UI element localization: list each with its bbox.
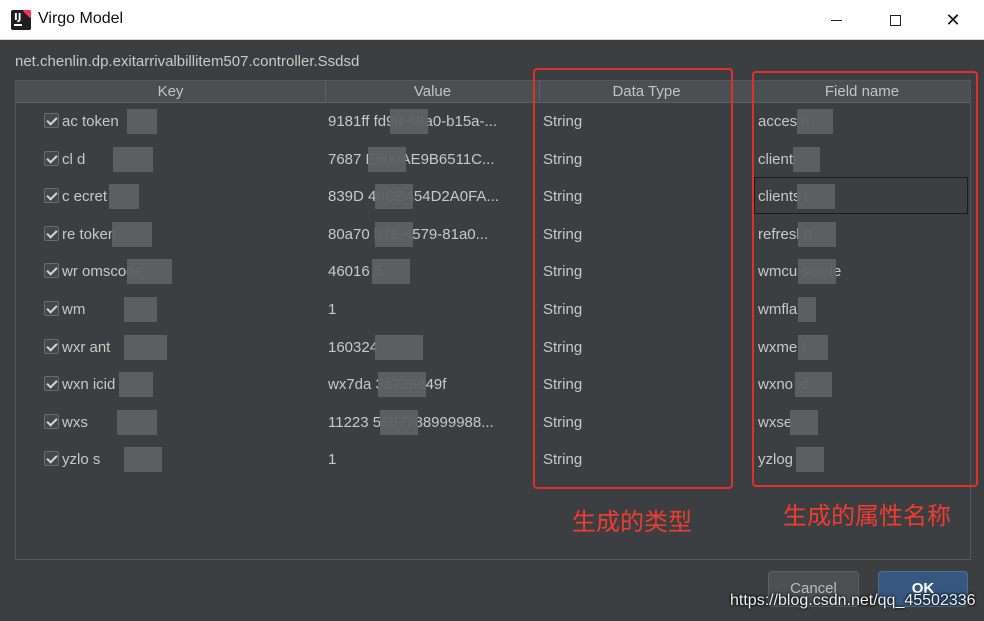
key-cell[interactable]: wxn icid	[62, 366, 324, 403]
minimize-button[interactable]	[813, 0, 859, 40]
key-cell[interactable]: yzlo s	[62, 441, 324, 478]
redaction-mask	[368, 146, 406, 172]
value-cell[interactable]: 1	[328, 441, 538, 478]
value-cell[interactable]: 839D 40CE454D2A0FA...	[328, 178, 538, 215]
value-cell[interactable]: 46016 5	[328, 253, 538, 290]
value-cell[interactable]: 160324	[328, 329, 538, 366]
row-checkbox[interactable]	[44, 263, 59, 279]
key-cell[interactable]: re token	[62, 216, 324, 253]
row-checkbox[interactable]	[44, 376, 59, 392]
row-checkbox[interactable]	[44, 150, 59, 166]
field-name-callout-label: 生成的属性名称	[783, 502, 951, 530]
csdn-watermark: https://blog.csdn.net/qq_45502336	[730, 592, 976, 609]
column-header-value[interactable]: Value	[326, 81, 540, 102]
redaction-mask	[109, 184, 139, 210]
value-cell[interactable]: 7687 E600AE9B6511C...	[328, 141, 538, 178]
redaction-mask	[378, 372, 426, 398]
value-cell[interactable]: 80a70 b76-4579-81a0...	[328, 216, 538, 253]
key-cell[interactable]: cl d	[62, 141, 324, 178]
key-cell[interactable]: ac token	[62, 103, 324, 140]
field-name-callout-box	[752, 71, 978, 487]
redaction-mask	[375, 221, 413, 247]
redaction-mask	[119, 372, 153, 398]
value-cell[interactable]: 1	[328, 291, 538, 328]
row-checkbox[interactable]	[44, 413, 59, 429]
row-checkbox[interactable]	[44, 301, 59, 316]
key-cell[interactable]: wxr ant	[62, 329, 324, 366]
intellij-idea-icon: IJ	[11, 10, 31, 30]
key-cell[interactable]: c ecret	[62, 178, 324, 215]
maximize-button[interactable]	[872, 0, 918, 40]
key-cell[interactable]: wxs	[62, 404, 324, 441]
redaction-mask	[380, 409, 418, 435]
row-checkbox[interactable]	[44, 225, 59, 241]
redaction-mask	[390, 109, 428, 134]
class-path-label: net.chenlin.dp.exitarrivalbillitem507.co…	[15, 53, 360, 70]
redaction-mask	[113, 146, 153, 172]
value-cell[interactable]: 11223 5667788999988...	[328, 404, 538, 441]
column-header-key[interactable]: Key	[16, 81, 326, 102]
minimize-icon	[830, 19, 842, 21]
close-icon: ✕	[945, 9, 961, 31]
row-checkbox[interactable]	[44, 113, 59, 128]
redaction-mask	[124, 334, 167, 360]
key-cell[interactable]: wr omscode	[62, 253, 324, 290]
redaction-mask	[127, 259, 172, 285]
value-cell[interactable]: wx7da 3a725d49f	[328, 366, 538, 403]
row-checkbox[interactable]	[44, 188, 59, 204]
redaction-mask	[375, 184, 413, 210]
redaction-mask	[112, 221, 152, 247]
key-cell[interactable]: wm	[62, 291, 324, 328]
data-type-callout-label: 生成的类型	[572, 508, 692, 536]
data-type-callout-box	[533, 68, 733, 489]
value-cell[interactable]: 9181ff fd98-48a0-b15a-...	[328, 103, 538, 140]
maximize-icon	[889, 14, 901, 26]
window-titlebar: IJ Virgo Model ✕	[0, 0, 984, 40]
row-checkbox[interactable]	[44, 338, 59, 354]
redaction-mask	[124, 447, 162, 473]
redaction-mask	[124, 297, 157, 322]
redaction-mask	[117, 409, 157, 435]
redaction-mask	[127, 109, 157, 134]
redaction-mask	[372, 259, 410, 285]
redaction-mask	[375, 334, 423, 360]
row-checkbox[interactable]	[44, 451, 59, 467]
close-button[interactable]: ✕	[930, 0, 976, 40]
window-title: Virgo Model	[38, 10, 124, 27]
